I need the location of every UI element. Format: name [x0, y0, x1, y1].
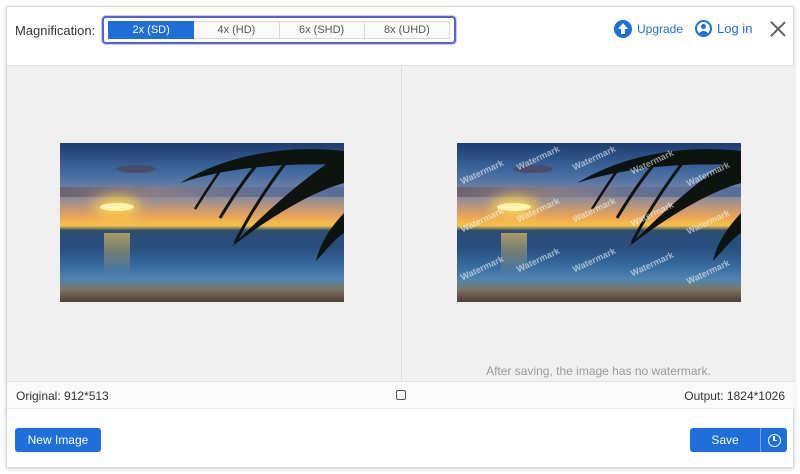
image-upscaler-window: Magnification: 2x (SD) 4x (HD) 6x (SHD) …: [6, 6, 795, 468]
original-image: [60, 143, 344, 302]
save-button[interactable]: Save: [690, 428, 760, 452]
login-label: Log in: [717, 21, 753, 36]
history-button[interactable]: [760, 428, 787, 452]
save-group: Save: [690, 428, 787, 452]
output-size: Output: 1824*1026: [684, 389, 785, 403]
magnification-option-6x[interactable]: 6x (SHD): [279, 21, 365, 39]
original-size: Original: 912*513: [16, 389, 109, 403]
magnification-option-8x[interactable]: 8x (UHD): [364, 21, 450, 39]
close-icon[interactable]: [769, 20, 787, 38]
output-image: Watermark Watermark Watermark Watermark …: [457, 143, 741, 302]
clock-icon: [767, 433, 781, 447]
compare-icon[interactable]: [396, 390, 406, 400]
magnification-option-2x[interactable]: 2x (SD): [108, 21, 195, 39]
header: Magnification: 2x (SD) 4x (HD) 6x (SHD) …: [7, 7, 793, 65]
magnification-label: Magnification:: [15, 23, 96, 38]
preview-divider: [401, 66, 402, 381]
watermark-note: After saving, the image has no watermark…: [486, 364, 711, 378]
login-button[interactable]: Log in: [695, 20, 752, 37]
preview-area: Watermark Watermark Watermark Watermark …: [7, 65, 795, 381]
upgrade-label: Upgrade: [637, 22, 684, 36]
new-image-button[interactable]: New Image: [15, 428, 101, 452]
palm-leaves: [180, 149, 344, 261]
upgrade-button[interactable]: Upgrade: [614, 20, 683, 38]
info-bar: Original: 912*513 Output: 1824*1026: [7, 381, 795, 409]
magnification-selector: 2x (SD) 4x (HD) 6x (SHD) 8x (UHD): [102, 16, 456, 44]
magnification-option-4x[interactable]: 4x (HD): [194, 21, 280, 39]
upgrade-arrow-icon: [614, 20, 632, 38]
user-icon: [695, 20, 712, 37]
